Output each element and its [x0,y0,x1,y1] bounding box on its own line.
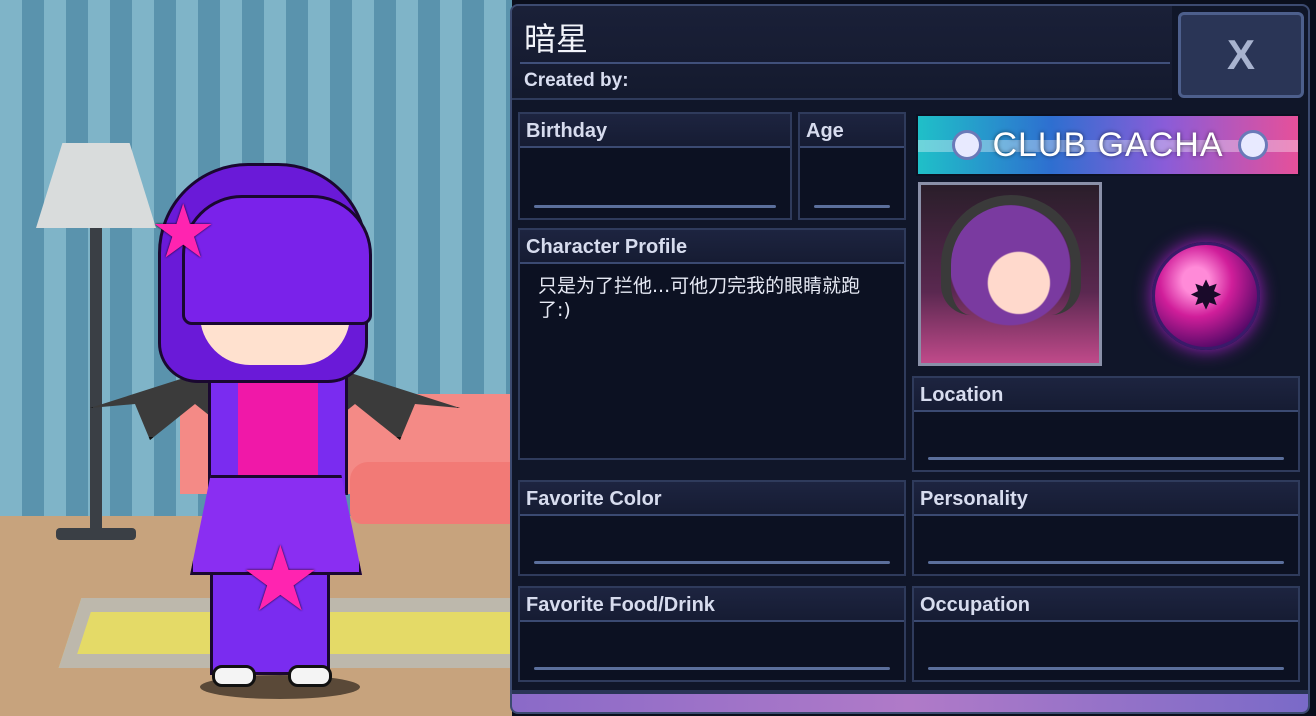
favorite-food-label: Favorite Food/Drink [520,588,904,622]
club-gacha-logo: CLUB GACHA [916,114,1300,176]
age-underline [814,205,890,208]
age-label: Age [800,114,904,148]
panel-footer-bar [512,690,1308,712]
right-shoe [288,665,332,687]
character-profile-text: 只是为了拦他...可他刀完我的眼睛就跑了:) [538,275,861,321]
star-hair-clip-icon: ★ [150,189,217,275]
birthday-field[interactable]: Birthday [518,112,792,220]
left-shoe [212,665,256,687]
location-label: Location [914,378,1298,412]
character-portrait[interactable] [918,182,1102,366]
birthday-underline [534,205,776,208]
close-button[interactable]: X [1178,12,1304,98]
title-bar: 暗星 Created by: [512,6,1172,100]
close-icon: X [1226,31,1255,78]
logo-left-orb-icon [952,130,982,160]
logo-right-orb-icon [1238,130,1268,160]
profile-panel: 暗星 Created by: X Birthday Age CLUB GACHA… [510,4,1310,714]
favorite-color-underline [534,561,890,564]
dark-orb-icon: ✸ [1152,242,1260,350]
favorite-food-underline [534,667,890,670]
portrait-hood [941,195,1081,315]
character-scene: ★ ★ [0,0,512,716]
birthday-label: Birthday [520,114,790,148]
lamp-base [56,528,136,540]
character-profile-label: Character Profile [520,230,904,264]
lamp-pole [90,228,102,528]
occupation-label: Occupation [914,588,1298,622]
star-accessory-icon: ★ [240,527,321,632]
sofa-seat [350,462,512,524]
location-underline [928,457,1284,460]
favorite-food-field[interactable]: Favorite Food/Drink [518,586,906,682]
character-name: 暗星 [524,20,589,58]
personality-field[interactable]: Personality [912,480,1300,576]
location-field[interactable]: Location [912,376,1300,472]
age-field[interactable]: Age [798,112,906,220]
created-by-label: Created by: [524,70,629,91]
occupation-underline [928,667,1284,670]
favorite-color-field[interactable]: Favorite Color [518,480,906,576]
character-shirt [238,365,318,485]
title-divider [520,62,1170,64]
personality-label: Personality [914,482,1298,516]
favorite-color-label: Favorite Color [520,482,904,516]
logo-text: CLUB GACHA [992,125,1224,164]
occupation-field[interactable]: Occupation [912,586,1300,682]
character-profile-field[interactable]: Character Profile 只是为了拦他...可他刀完我的眼睛就跑了:) [518,228,906,460]
personality-underline [928,561,1284,564]
